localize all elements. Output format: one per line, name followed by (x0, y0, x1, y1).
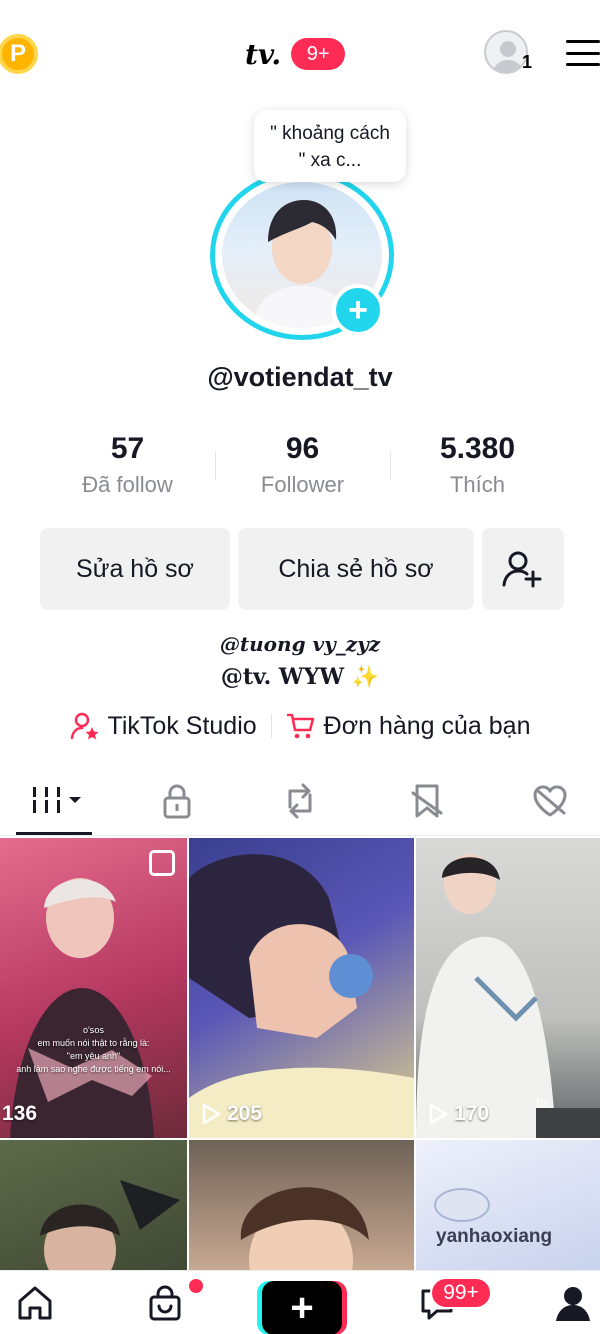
add-story-button[interactable]: + (332, 284, 384, 336)
profile-links: TikTok Studio Đơn hàng của bạn (0, 708, 600, 744)
stat-label: Follower (260, 472, 345, 497)
account-switcher[interactable]: tv. 9+ (245, 34, 346, 74)
heart-hidden-icon (533, 785, 567, 817)
edit-profile-label: Sửa hồ sơ (76, 554, 194, 583)
menu-icon[interactable] (566, 40, 600, 66)
view-count-value: 205 (227, 1102, 263, 1125)
coins-icon-glyph: P (9, 40, 26, 67)
create-button[interactable]: + (262, 1281, 342, 1334)
active-tab-indicator (16, 832, 92, 835)
stat-label: Đã follow (82, 472, 173, 497)
video-thumbnail[interactable]: ᴏ'ꜱᴏꜱ em muốn nói thật to rằng là: "em y… (0, 838, 187, 1138)
orders-link[interactable]: Đơn hàng của bạn (286, 711, 531, 741)
note-bubble-text: " khoảng cách " xa c... (270, 123, 390, 171)
link-divider (270, 714, 272, 738)
nav-shop[interactable] (130, 1271, 200, 1334)
shopping-bag-icon (149, 1285, 181, 1321)
home-icon (18, 1286, 52, 1320)
account-count: 1 (522, 52, 533, 72)
add-story-glyph: + (348, 291, 368, 329)
tab-favorites[interactable] (392, 770, 462, 832)
menu-icon-bar (566, 51, 600, 55)
repost-icon (288, 783, 312, 819)
bio-line-2-text: @tv. WYW (220, 664, 345, 690)
coins-icon[interactable]: P (0, 34, 38, 74)
video-thumbnail-art (240, 1187, 369, 1280)
video-caption-overlay: ᴏ'ꜱᴏꜱ em muốn nói thật to rằng là: "em y… (16, 1025, 171, 1074)
video-thumbnail-art (40, 1180, 180, 1280)
bio-line-1: @tuong vy_zyz (219, 632, 381, 656)
view-count: 170 (428, 1102, 489, 1126)
content-tabs (0, 770, 600, 836)
tab-videos[interactable] (22, 770, 92, 832)
videos-grid-icon (31, 787, 81, 813)
cart-icon (286, 713, 314, 739)
video-thumbnail[interactable] (0, 1140, 187, 1280)
add-person-icon (502, 551, 542, 588)
stat-value: 57 (110, 432, 145, 465)
nav-home[interactable] (0, 1271, 70, 1334)
view-count: 136 (2, 1102, 37, 1126)
play-icon (429, 1103, 448, 1125)
tab-reposts[interactable] (265, 770, 335, 832)
video-thumbnail-art (416, 854, 600, 1138)
view-count: 205 (201, 1102, 262, 1126)
inbox-badge: 99+ (430, 1277, 492, 1309)
video-thumbnail-art (434, 1188, 490, 1222)
lock-icon (163, 784, 191, 819)
video-overlay-label: yanhaoxiang (436, 1226, 553, 1247)
menu-icon-bar (566, 40, 600, 43)
stat-followers[interactable]: 96 Follower (215, 430, 390, 510)
tiktok-studio-link[interactable]: TikTok Studio (70, 711, 257, 741)
share-profile-label: Chia sẻ hồ sơ (278, 554, 434, 583)
tiktok-studio-label: TikTok Studio (107, 711, 257, 740)
stat-value: 5.380 (439, 432, 516, 465)
edit-profile-button[interactable]: Sửa hồ sơ (40, 528, 230, 610)
notification-badge: 9+ (291, 38, 346, 70)
bio-line-2: @tv. WYW ✨ (0, 664, 600, 690)
profile-icon (556, 1287, 590, 1321)
add-friend-button[interactable] (482, 528, 564, 610)
video-thumbnail-art (189, 854, 414, 1138)
multi-photo-icon (149, 850, 175, 876)
menu-icon-bar (566, 63, 600, 66)
stat-value: 96 (285, 432, 320, 465)
shop-notification-dot (189, 1279, 203, 1293)
note-bubble[interactable]: " khoảng cách " xa c... (254, 110, 406, 182)
share-profile-button[interactable]: Chia sẻ hồ sơ (238, 528, 474, 610)
bookmark-hidden-icon (411, 784, 443, 818)
video-thumbnail[interactable]: 205 (189, 838, 414, 1138)
plus-icon: + (290, 1286, 314, 1330)
stat-likes[interactable]: 5.380 Thích (390, 430, 565, 510)
bottom-nav: + 99+ (0, 1270, 600, 1334)
video-watermark: tv. (536, 1094, 550, 1110)
stat-label: Thích (449, 472, 506, 497)
top-bar: P tv. 9+ 1 (0, 0, 600, 110)
tab-private[interactable] (142, 770, 212, 832)
creator-star-icon (70, 712, 99, 740)
orders-label: Đơn hàng của bạn (323, 711, 531, 740)
video-thumbnail[interactable] (189, 1140, 414, 1280)
view-count-value: 136 (2, 1102, 38, 1125)
video-thumbnail[interactable]: yanhaoxiang (416, 1140, 600, 1280)
profile-username: @votiendat_tv (207, 362, 393, 392)
stat-following[interactable]: 57 Đã follow (40, 430, 215, 510)
tab-liked[interactable] (515, 770, 585, 832)
video-thumbnail-art (10, 878, 154, 1138)
sparkles-emoji: ✨ (351, 664, 380, 690)
page-title: tv. (245, 37, 282, 71)
profile-stats: 57 Đã follow 96 Follower 5.380 Thích (40, 430, 565, 510)
play-icon (202, 1103, 221, 1125)
nav-profile[interactable] (538, 1271, 600, 1334)
video-thumbnail[interactable]: tv. 170 (416, 838, 600, 1138)
view-count-value: 170 (454, 1102, 490, 1125)
